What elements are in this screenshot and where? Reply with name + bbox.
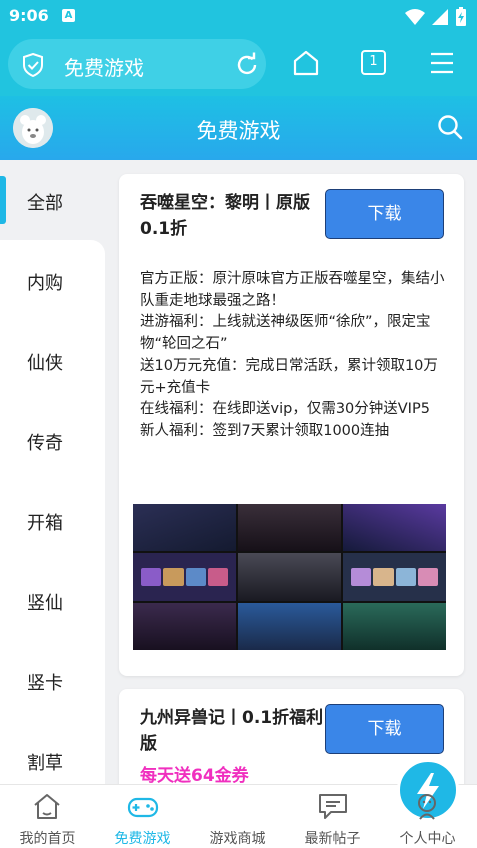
app-header: 免费游戏 xyxy=(0,96,477,160)
description-line: 送10万元充值：完成日常活跃，累计领取10万元+充值卡 xyxy=(140,357,438,396)
reload-icon[interactable] xyxy=(234,52,260,78)
signal-icon xyxy=(432,9,448,25)
nav-latest-posts[interactable]: 最新帖子 xyxy=(285,785,380,848)
status-bar: 9:06 A xyxy=(0,0,477,34)
home-icon xyxy=(34,794,60,819)
category-label: 仙侠 xyxy=(27,353,63,374)
category-label: 竖仙 xyxy=(27,593,63,614)
search-icon[interactable] xyxy=(437,114,463,140)
screenshot xyxy=(238,504,341,552)
chat-icon xyxy=(319,794,347,819)
download-button[interactable]: 下载 xyxy=(325,704,444,754)
category-label: 开箱 xyxy=(27,513,63,534)
game-screenshots[interactable] xyxy=(133,504,446,650)
wifi-icon xyxy=(405,9,425,25)
category-in-app-purchase[interactable]: 内购 xyxy=(0,240,105,320)
battery-icon xyxy=(456,7,466,26)
category-all[interactable]: 全部 xyxy=(0,160,105,240)
shield-icon xyxy=(23,53,43,77)
gamepad-icon xyxy=(127,797,159,818)
nav-label: 最新帖子 xyxy=(304,831,361,847)
description-line: 新人福利：签到7天累计领取1000连抽 xyxy=(140,422,390,439)
screenshot xyxy=(238,602,341,650)
category-label: 内购 xyxy=(27,273,63,294)
notification-badge-icon: A xyxy=(62,9,75,22)
address-bar[interactable]: 免费游戏 xyxy=(8,39,266,89)
promo-text: 每天送64金券 xyxy=(140,766,249,784)
category-label: 全部 xyxy=(27,193,63,214)
category-label: 竖卡 xyxy=(27,673,63,694)
nav-free-games[interactable]: 免费游戏 xyxy=(95,785,190,848)
bottom-nav: 我的首页 免费游戏 游戏商城 最新帖子 个人中心 xyxy=(0,759,477,848)
category-legend[interactable]: 传奇 xyxy=(0,400,105,480)
browser-toolbar: 免费游戏 1 xyxy=(0,34,477,96)
game-description: 官方正版：原汁原味官方正版吞噬星空，集结小队重走地球最强之路！ 进游福利：上线就… xyxy=(140,269,450,443)
category-label: 割草 xyxy=(27,753,63,774)
nav-profile[interactable]: 个人中心 xyxy=(380,785,475,848)
screenshot xyxy=(343,602,446,650)
game-title: 吞噬星空：黎明丨原版0.1折 xyxy=(140,193,310,239)
screenshot xyxy=(133,553,236,601)
nav-label: 游戏商城 xyxy=(209,831,266,847)
nav-home[interactable]: 我的首页 xyxy=(0,785,95,848)
address-bar-title: 免费游戏 xyxy=(64,56,144,80)
nav-label: 免费游戏 xyxy=(114,831,171,847)
description-line: 进游福利：上线就送神级医师“徐欣”，限定宝物“轮回之石” xyxy=(140,314,431,353)
screenshot xyxy=(133,602,236,650)
screenshot xyxy=(343,553,446,601)
tab-count-button[interactable]: 1 xyxy=(361,50,386,75)
description-line: 官方正版：原汁原味官方正版吞噬星空，集结小队重走地球最强之路！ xyxy=(140,271,445,309)
category-unboxing[interactable]: 开箱 xyxy=(0,480,105,560)
menu-icon[interactable] xyxy=(430,52,454,74)
user-icon xyxy=(418,794,436,820)
system-icons xyxy=(405,7,467,27)
tab-count: 1 xyxy=(369,54,378,69)
game-card[interactable]: 吞噬星空：黎明丨原版0.1折 下载 官方正版：原汁原味官方正版吞噬星空，集结小队… xyxy=(119,174,464,676)
nav-label: 个人中心 xyxy=(399,831,456,847)
download-button[interactable]: 下载 xyxy=(325,189,444,239)
category-vertical-card[interactable]: 竖卡 xyxy=(0,640,105,720)
status-time: 9:06 xyxy=(9,6,49,25)
game-list: 吞噬星空：黎明丨原版0.1折 下载 官方正版：原汁原味官方正版吞噬星空，集结小队… xyxy=(105,160,477,784)
category-label: 传奇 xyxy=(27,433,63,454)
game-title: 九州异兽记丨0.1折福利版 xyxy=(140,708,324,754)
nav-game-store[interactable]: 游戏商城 xyxy=(190,759,459,848)
home-icon[interactable] xyxy=(292,49,320,77)
page-title: 免费游戏 xyxy=(196,119,281,143)
category-xianxia[interactable]: 仙侠 xyxy=(0,320,105,400)
screenshot xyxy=(238,553,341,601)
nav-label: 我的首页 xyxy=(19,831,76,847)
description-line: 在线福利：在线即送vip，仅需30分钟送VIP5 xyxy=(140,401,430,418)
category-sidebar: 全部 内购 仙侠 传奇 开箱 竖仙 竖卡 割草 xyxy=(0,160,105,784)
category-vertical-xianxia[interactable]: 竖仙 xyxy=(0,560,105,640)
screenshot xyxy=(343,504,446,552)
screenshot xyxy=(133,504,236,552)
